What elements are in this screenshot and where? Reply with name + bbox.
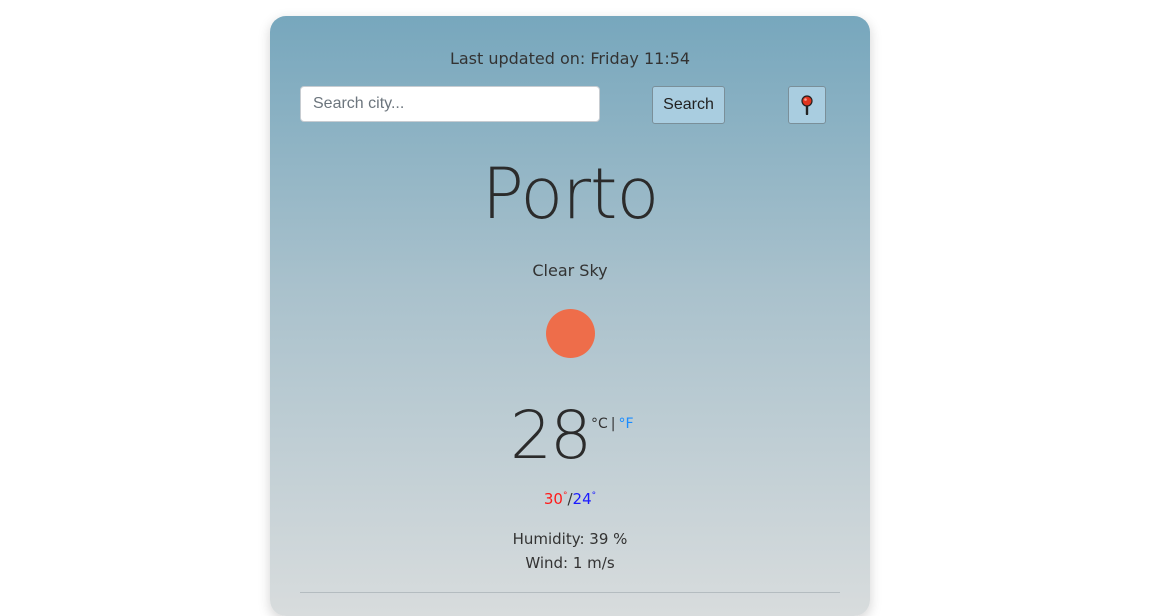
unit-toggle: °C | °F xyxy=(591,416,634,432)
humidity-text: Humidity: 39 % xyxy=(512,530,628,548)
weather-description: Clear Sky xyxy=(532,261,608,280)
max-temperature: 30° xyxy=(543,490,568,508)
fahrenheit-link[interactable]: °F xyxy=(619,416,634,432)
unit-separator: | xyxy=(610,416,616,432)
wind-text: Wind: 1 m/s xyxy=(525,554,615,572)
pin-icon xyxy=(801,95,813,115)
temperature-block: 28 °C | °F xyxy=(270,398,870,478)
celsius-link[interactable]: °C xyxy=(591,416,608,432)
current-temperature: 28 xyxy=(510,397,592,474)
search-button[interactable]: Search xyxy=(652,86,725,124)
search-input[interactable] xyxy=(300,86,600,122)
min-temperature: 24° xyxy=(572,490,597,508)
sun-icon xyxy=(546,309,595,358)
weather-card: Last updated on: Friday 11:54 Search Por… xyxy=(270,16,870,616)
city-name: Porto xyxy=(481,153,660,235)
current-location-button[interactable] xyxy=(788,86,826,124)
min-max-temperature: 30°/24° xyxy=(270,490,870,508)
divider xyxy=(300,592,840,593)
last-updated-text: Last updated on: Friday 11:54 xyxy=(449,49,691,68)
